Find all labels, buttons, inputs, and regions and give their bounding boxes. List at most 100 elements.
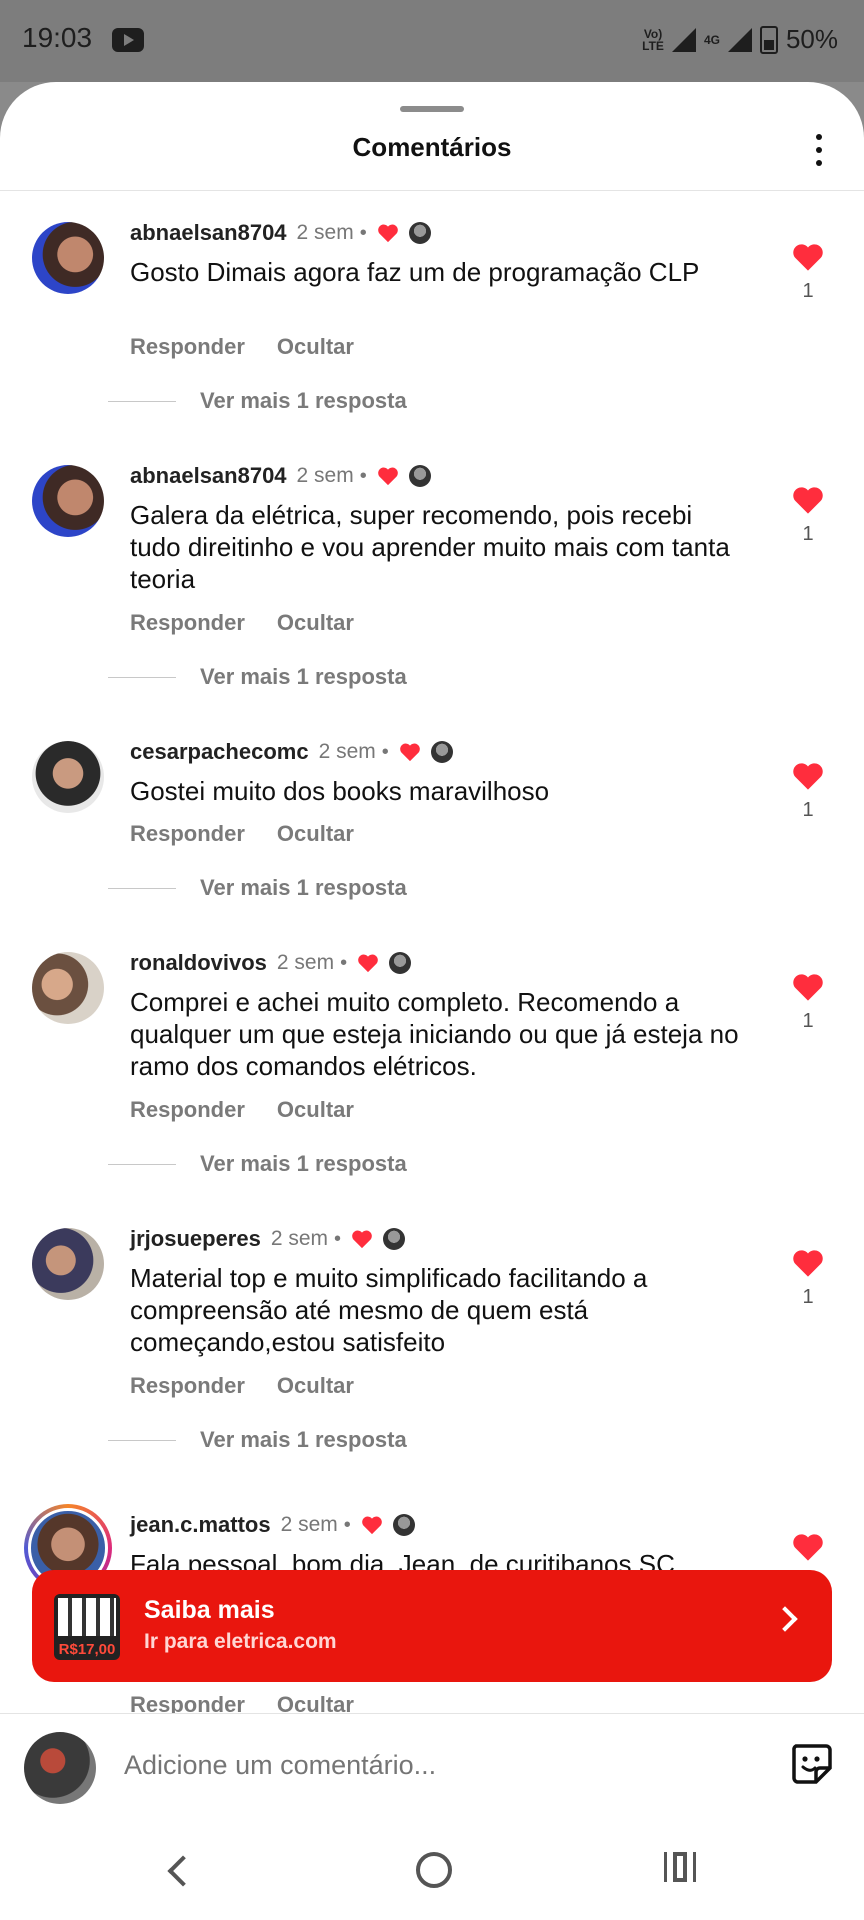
chevron-right-icon [772, 1606, 798, 1632]
view-replies-button[interactable]: Ver mais 1 resposta [108, 1151, 407, 1177]
replies-line [108, 1163, 176, 1165]
user-avatar [24, 1732, 96, 1804]
separator-dot: • [343, 1513, 351, 1536]
sticker-icon[interactable] [788, 1740, 834, 1786]
drag-handle[interactable] [400, 106, 464, 112]
hide-button[interactable]: Ocultar [277, 334, 354, 360]
heart-icon[interactable] [791, 972, 825, 1002]
view-replies-label: Ver mais 1 resposta [200, 875, 407, 900]
reply-button[interactable]: Responder [130, 1097, 245, 1123]
status-icons: Vo) LTE 4G 50% [642, 24, 838, 55]
heart-icon[interactable] [791, 1532, 825, 1562]
hide-button[interactable]: Ocultar [277, 1097, 354, 1123]
separator-dot: • [340, 951, 348, 974]
replies-line [108, 676, 176, 678]
like-count: 1 [802, 523, 814, 545]
hide-button[interactable]: Ocultar [277, 610, 354, 636]
comment-username[interactable]: ronaldovivos [130, 950, 267, 976]
creator-heart-icon [377, 467, 398, 486]
comment-text: Gostei muito dos books maravilhoso [130, 776, 550, 806]
avatar[interactable] [32, 1228, 104, 1300]
creator-heart-icon [399, 743, 420, 762]
creator-avatar [392, 1514, 415, 1536]
view-replies-button[interactable]: Ver mais 1 resposta [108, 875, 407, 901]
ad-thumbnail-price: R$17,00 [58, 1641, 116, 1658]
creator-avatar [389, 952, 412, 974]
comment-text: Gosto Dimais agora faz um de programação… [130, 257, 700, 287]
heart-icon[interactable] [791, 1248, 825, 1278]
comment-text: Comprei e achei muito completo. Recomend… [130, 987, 739, 1081]
like-count: 1 [802, 1010, 814, 1032]
like-count: 1 [802, 1286, 814, 1308]
reply-button[interactable]: Responder [130, 1373, 245, 1399]
view-replies-label: Ver mais 1 resposta [200, 388, 407, 413]
more-vertical-icon[interactable] [816, 134, 824, 173]
replies-line [108, 887, 176, 889]
separator-dot: • [359, 464, 367, 487]
like-button[interactable]: 1 [788, 972, 828, 1033]
banner-title: Saiba mais [144, 1596, 275, 1624]
like-button[interactable]: 1 [788, 242, 828, 303]
comment-username[interactable]: jrjosueperes [130, 1226, 261, 1252]
like-count: 1 [802, 280, 814, 302]
avatar[interactable] [32, 465, 104, 537]
view-replies-label: Ver mais 1 resposta [200, 1151, 407, 1176]
heart-icon[interactable] [791, 485, 825, 515]
creator-heart-icon [358, 954, 378, 973]
avatar[interactable] [32, 952, 104, 1024]
heart-icon[interactable] [791, 761, 825, 791]
like-button[interactable] [788, 1532, 828, 1562]
view-replies-button[interactable]: Ver mais 1 resposta [108, 1427, 407, 1453]
reply-button[interactable]: Responder [130, 821, 245, 847]
like-button[interactable]: 1 [788, 485, 828, 546]
view-replies-button[interactable]: Ver mais 1 resposta [108, 388, 407, 414]
comment-time: 2 sem [276, 951, 335, 974]
heart-icon[interactable] [791, 242, 825, 272]
creator-avatar [408, 465, 431, 487]
creator-avatar [408, 222, 431, 244]
comment-time: 2 sem [296, 221, 354, 244]
like-count: 1 [802, 799, 814, 821]
comment-username[interactable]: jean.c.mattos [130, 1512, 271, 1538]
signal-icon-2 [727, 27, 752, 52]
learn-more-banner[interactable]: R$17,00 Saiba mais Ir para eletrica.com [32, 1570, 832, 1682]
comment-username[interactable]: abnaelsan8704 [130, 463, 287, 489]
reply-button[interactable]: Responder [130, 334, 245, 360]
recent-apps-icon[interactable] [664, 1852, 696, 1882]
like-button[interactable]: 1 [788, 1248, 828, 1309]
back-icon[interactable] [167, 1855, 199, 1887]
comment-time: 2 sem [296, 464, 354, 487]
separator-dot: • [359, 221, 367, 244]
comment-username[interactable]: abnaelsan8704 [130, 220, 287, 246]
comment-time: 2 sem [270, 1227, 329, 1250]
separator-dot: • [334, 1227, 342, 1250]
comment-time: 2 sem [318, 740, 376, 763]
like-button[interactable]: 1 [788, 761, 828, 822]
avatar[interactable] [32, 741, 104, 813]
battery-level: 50% [785, 24, 838, 54]
signal-icon [671, 27, 696, 52]
comment-username[interactable]: cesarpachecomc [130, 739, 309, 765]
comment-input[interactable] [124, 1750, 684, 1781]
comment-time: 2 sem [280, 1513, 338, 1536]
view-replies-label: Ver mais 1 resposta [200, 1427, 407, 1452]
sheet-title: Comentários [352, 132, 512, 162]
hide-button[interactable]: Ocultar [277, 821, 354, 847]
creator-heart-icon [361, 1516, 382, 1535]
creator-heart-icon [352, 1230, 372, 1249]
status-bar: 19:03 Vo) LTE 4G 50% [0, 0, 864, 82]
status-time: 19:03 [22, 22, 93, 53]
battery-icon [759, 25, 778, 54]
reply-button[interactable]: Responder [130, 610, 245, 636]
avatar[interactable] [32, 222, 104, 294]
comment-text: Material top e muito simplificado facili… [130, 1263, 648, 1357]
divider [0, 190, 864, 191]
network-type: 4G [703, 32, 720, 47]
home-icon[interactable] [416, 1852, 452, 1888]
hide-button[interactable]: Ocultar [277, 1373, 354, 1399]
banner-subtitle: Ir para eletrica.com [144, 1630, 337, 1653]
comments-sheet: Comentários abnaelsan8704 2 sem • Gosto … [0, 82, 864, 1920]
creator-heart-icon [377, 224, 398, 243]
creator-avatar [383, 1228, 406, 1250]
view-replies-button[interactable]: Ver mais 1 resposta [108, 664, 407, 690]
